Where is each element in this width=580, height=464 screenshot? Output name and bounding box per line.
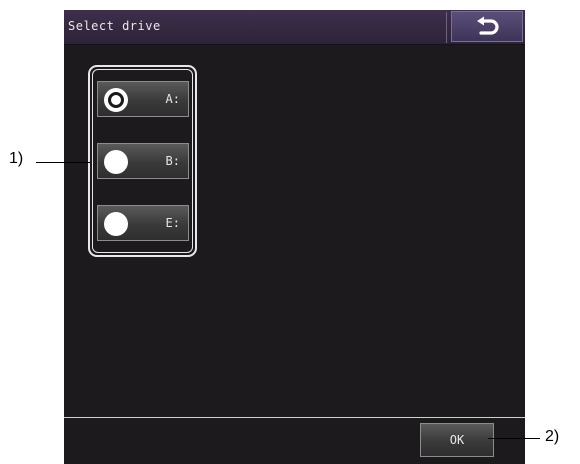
drive-option-b[interactable]: B: <box>97 143 189 179</box>
footer-divider <box>64 417 525 418</box>
drive-selection-group: A: B: E: <box>88 65 197 257</box>
callout-1: 1) <box>9 150 24 167</box>
device-screen: Select drive A: B: E: OK <box>64 10 525 464</box>
drive-label: B: <box>165 154 180 168</box>
title-bar: Select drive <box>64 10 525 45</box>
back-button[interactable] <box>446 11 523 43</box>
drive-option-e[interactable]: E: <box>97 205 189 241</box>
callout-1-leader-line <box>36 162 90 163</box>
drive-option-a[interactable]: A: <box>97 81 189 117</box>
callout-2-leader-line <box>488 438 540 439</box>
drive-label: A: <box>165 92 180 106</box>
radio-selected-icon <box>104 88 128 112</box>
undo-arrow-icon <box>477 16 499 35</box>
page-title: Select drive <box>68 19 161 33</box>
drive-label: E: <box>165 216 180 230</box>
ok-button[interactable]: OK <box>420 423 494 457</box>
radio-unselected-icon <box>104 212 128 236</box>
title-separator <box>446 12 447 43</box>
radio-unselected-icon <box>104 150 128 174</box>
callout-2: 2) <box>545 428 560 445</box>
